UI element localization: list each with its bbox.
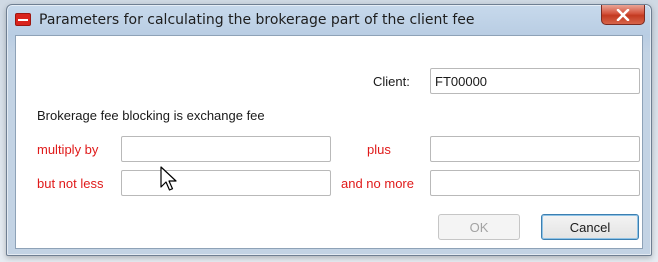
plus-input[interactable]	[430, 136, 640, 162]
client-label: Client:	[373, 74, 410, 89]
multiply-input[interactable]	[121, 136, 331, 162]
cancel-button[interactable]: Cancel	[541, 214, 639, 240]
no-more-label: and no more	[341, 176, 414, 191]
desktop-background: Parameters for calculating the brokerage…	[0, 0, 658, 262]
mouse-pointer-icon	[160, 166, 177, 191]
not-less-label: but not less	[37, 176, 104, 191]
multiply-label: multiply by	[37, 142, 99, 157]
close-button[interactable]	[601, 5, 645, 25]
plus-label: plus	[367, 142, 391, 157]
client-input[interactable]	[430, 68, 640, 94]
app-logo-icon	[15, 13, 31, 26]
no-more-input[interactable]	[430, 170, 640, 196]
dialog-body: Client: Brokerage fee blocking is exchan…	[15, 35, 643, 249]
section-label: Brokerage fee blocking is exchange fee	[37, 108, 265, 123]
ok-button[interactable]: OK	[438, 214, 520, 240]
not-less-input[interactable]	[121, 170, 331, 196]
dialog-window: Parameters for calculating the brokerage…	[6, 4, 652, 256]
title-bar[interactable]: Parameters for calculating the brokerage…	[7, 5, 651, 35]
window-title: Parameters for calculating the brokerage…	[39, 12, 475, 28]
close-icon	[616, 8, 630, 21]
